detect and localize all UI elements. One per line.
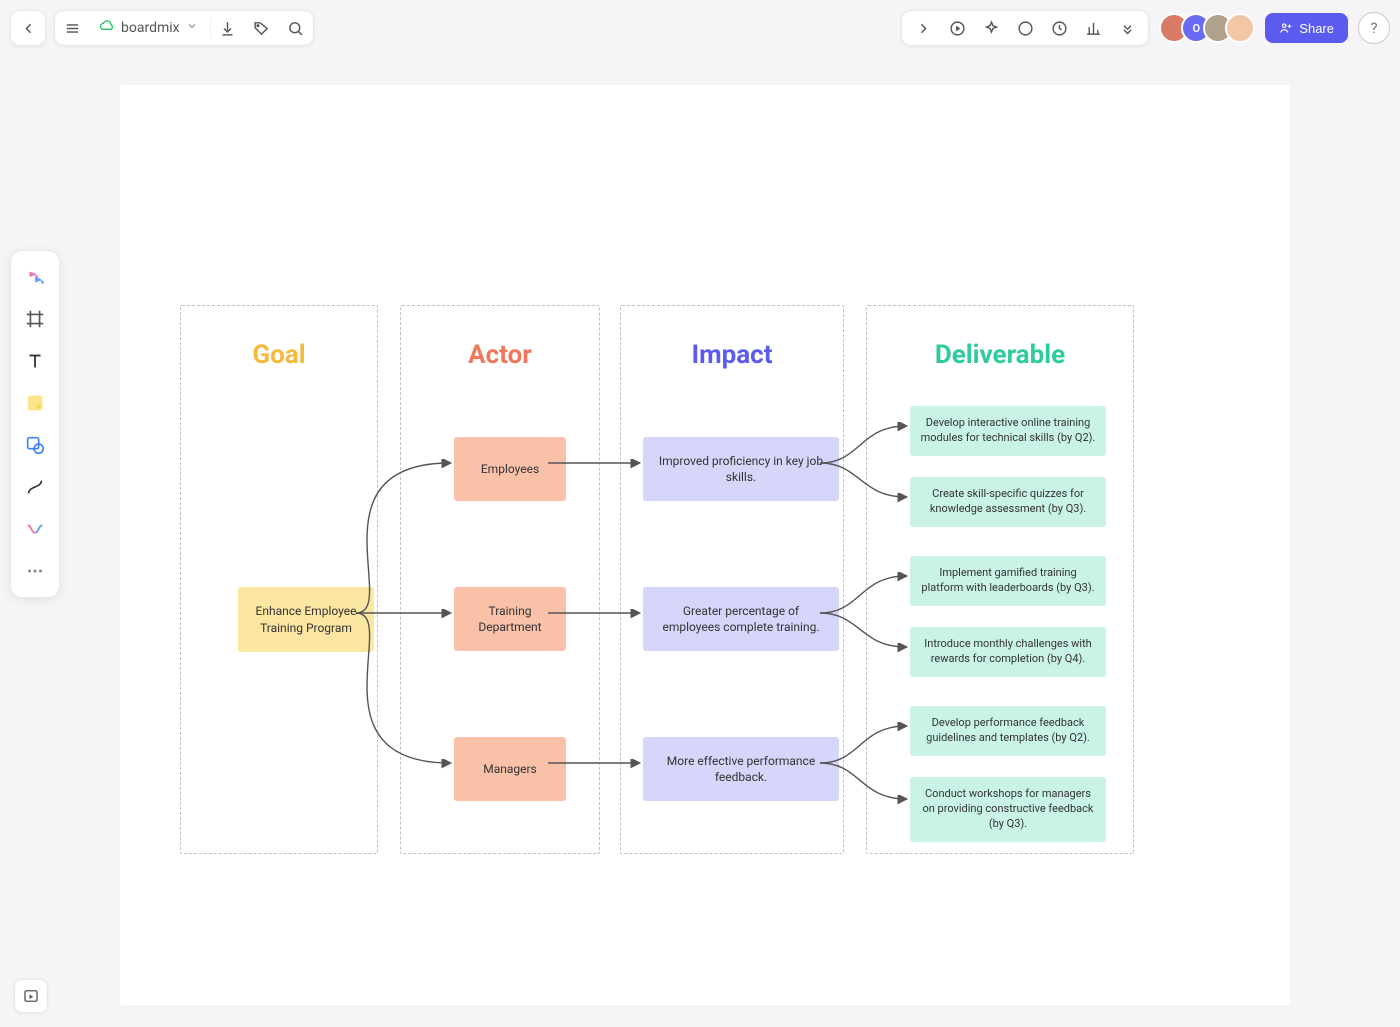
- node-deliv-0[interactable]: Develop interactive online training modu…: [910, 406, 1106, 456]
- history-button[interactable]: [1042, 11, 1076, 45]
- play-button[interactable]: [940, 11, 974, 45]
- cloud-sync-icon: [99, 18, 115, 38]
- node-deliv-3[interactable]: Introduce monthly challenges with reward…: [910, 627, 1106, 677]
- node-impact-1[interactable]: Greater percentage of employees complete…: [643, 587, 839, 651]
- shape-tool-icon[interactable]: [17, 425, 53, 465]
- board-title-dropdown[interactable]: boardmix: [89, 11, 210, 45]
- minimap-toggle[interactable]: [14, 979, 48, 1013]
- main-toolbar-card: boardmix: [54, 10, 314, 46]
- lane-goal: Goal: [180, 305, 378, 854]
- share-button[interactable]: Share: [1265, 13, 1348, 43]
- node-actor-training[interactable]: Training Department: [454, 587, 566, 651]
- search-button[interactable]: [279, 11, 313, 45]
- lane-title-goal: Goal: [181, 340, 377, 370]
- chart-button[interactable]: [1076, 11, 1110, 45]
- comment-button[interactable]: [1008, 11, 1042, 45]
- sparkle-icon[interactable]: [974, 11, 1008, 45]
- back-button[interactable]: [11, 11, 45, 45]
- lane-title-deliverable: Deliverable: [867, 340, 1133, 370]
- mindmap-tool-icon[interactable]: [17, 509, 53, 549]
- help-button[interactable]: ?: [1358, 12, 1390, 44]
- download-button[interactable]: [211, 11, 245, 45]
- tool-palette: [10, 250, 60, 598]
- node-deliv-1[interactable]: Create skill-specific quizzes for knowle…: [910, 477, 1106, 527]
- node-deliv-5[interactable]: Conduct workshops for managers on provid…: [910, 777, 1106, 842]
- more-tools-icon[interactable]: [17, 551, 53, 591]
- text-tool-icon[interactable]: [17, 341, 53, 381]
- node-actor-employees[interactable]: Employees: [454, 437, 566, 501]
- tag-button[interactable]: [245, 11, 279, 45]
- node-deliv-4[interactable]: Develop performance feedback guidelines …: [910, 706, 1106, 756]
- select-tool-icon[interactable]: [17, 257, 53, 297]
- node-goal[interactable]: Enhance Employee Training Program: [238, 587, 374, 652]
- expand-right-icon[interactable]: [906, 11, 940, 45]
- node-impact-0[interactable]: Improved proficiency in key job skills.: [643, 437, 839, 501]
- collaborator-avatars[interactable]: O: [1159, 13, 1255, 43]
- whiteboard-canvas[interactable]: Goal Actor Impact Deliverable Enhance Em…: [120, 85, 1290, 1005]
- menu-button[interactable]: [55, 11, 89, 45]
- back-card: [10, 10, 46, 46]
- chevron-down-icon: [186, 20, 198, 36]
- frame-tool-icon[interactable]: [17, 299, 53, 339]
- more-chevron-icon[interactable]: [1110, 11, 1144, 45]
- share-label: Share: [1299, 21, 1334, 36]
- lane-title-impact: Impact: [621, 340, 843, 370]
- node-impact-2[interactable]: More effective performance feedback.: [643, 737, 839, 801]
- lane-title-actor: Actor: [401, 340, 599, 370]
- sticky-note-tool-icon[interactable]: [17, 383, 53, 423]
- board-title: boardmix: [121, 20, 180, 36]
- node-actor-managers[interactable]: Managers: [454, 737, 566, 801]
- node-deliv-2[interactable]: Implement gamified training platform wit…: [910, 556, 1106, 606]
- connector-tool-icon[interactable]: [17, 467, 53, 507]
- share-icon: [1279, 21, 1293, 35]
- right-toolbar-card: [901, 10, 1149, 46]
